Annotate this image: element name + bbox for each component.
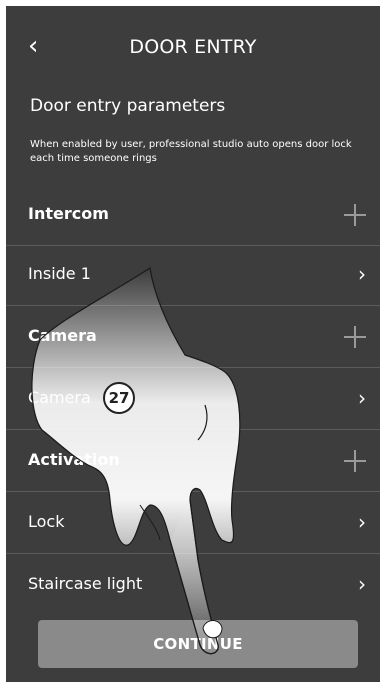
row-activation-header[interactable]: Activation — [6, 432, 380, 492]
row-label: Staircase light — [28, 574, 143, 593]
row-label: Camera — [28, 388, 91, 407]
callout-number-badge: 27 — [103, 382, 135, 414]
row-lock[interactable]: Lock › — [6, 494, 380, 554]
chevron-right-icon: › — [358, 262, 366, 286]
row-camera-header[interactable]: Camera — [6, 308, 380, 368]
page-title: DOOR ENTRY — [129, 36, 257, 58]
row-label: Camera — [28, 326, 97, 345]
section-description: When enabled by user, professional studi… — [30, 139, 352, 164]
row-label: Activation — [28, 450, 120, 469]
row-label: Intercom — [28, 204, 109, 223]
phone-screen: ‹ DOOR ENTRY Door entry parameters When … — [6, 6, 380, 682]
row-intercom-header[interactable]: Intercom — [6, 186, 380, 246]
continue-button[interactable]: CONTINUE — [38, 620, 358, 668]
row-camera[interactable]: Camera › — [6, 370, 380, 430]
header: ‹ DOOR ENTRY — [6, 6, 380, 86]
chevron-right-icon: › — [358, 572, 366, 596]
row-inside-1[interactable]: Inside 1 › — [6, 246, 380, 306]
row-label: Lock — [28, 512, 65, 531]
plus-icon[interactable] — [344, 204, 366, 226]
chevron-right-icon: › — [358, 510, 366, 534]
plus-icon[interactable] — [344, 326, 366, 348]
row-label: Inside 1 — [28, 264, 91, 283]
plus-icon[interactable] — [344, 450, 366, 472]
row-staircase-light[interactable]: Staircase light › — [6, 556, 380, 616]
section-title: Door entry parameters — [30, 96, 226, 116]
chevron-right-icon: › — [358, 386, 366, 410]
